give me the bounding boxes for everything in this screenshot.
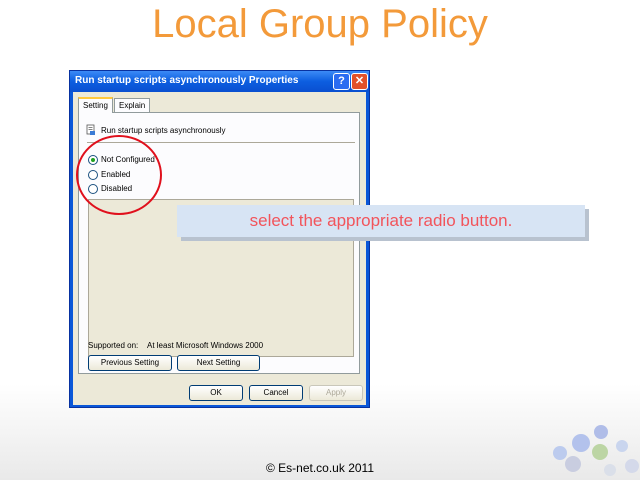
tab-explain[interactable]: Explain [114, 98, 151, 112]
apply-button[interactable]: Apply [309, 385, 363, 401]
tab-setting[interactable]: Setting [78, 97, 113, 113]
policy-name: Run startup scripts asynchronously [101, 126, 226, 135]
help-button[interactable]: ? [333, 73, 350, 90]
policy-scroll-icon [86, 124, 95, 135]
dialog-titlebar[interactable]: Run startup scripts asynchronously Prope… [70, 71, 369, 92]
supported-label: Supported on: [88, 341, 139, 350]
decorative-dots-logo [553, 425, 639, 476]
close-button[interactable]: ✕ [351, 73, 368, 90]
dialog-title: Run startup scripts asynchronously Prope… [75, 75, 299, 86]
previous-setting-button[interactable]: Previous Setting [88, 355, 172, 371]
footer-copyright: © Es-net.co.uk 2011 [265, 461, 374, 475]
supported-value: At least Microsoft Windows 2000 [147, 341, 264, 350]
next-setting-button[interactable]: Next Setting [177, 355, 260, 371]
callout-box: select the appropriate radio button. [177, 205, 585, 237]
highlight-circle [76, 135, 162, 215]
slide-title: Local Group Policy [152, 2, 488, 46]
cancel-button[interactable]: Cancel [249, 385, 303, 401]
properties-dialog: Run startup scripts asynchronously Prope… [69, 70, 370, 408]
ok-button[interactable]: OK [189, 385, 243, 401]
